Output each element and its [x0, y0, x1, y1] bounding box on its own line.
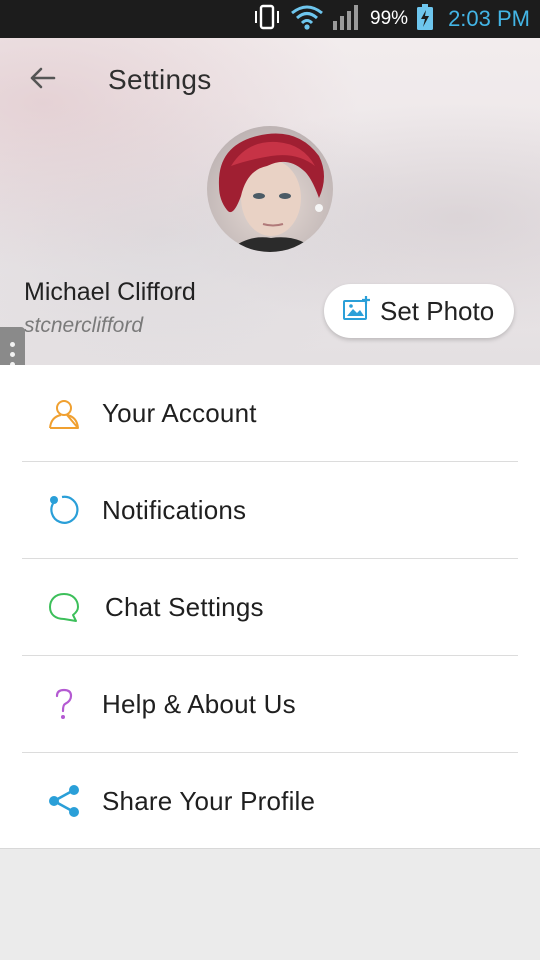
avatar[interactable]: [207, 126, 333, 252]
add-photo-icon: [342, 295, 372, 328]
menu-item-help-about[interactable]: Help & About Us: [0, 656, 540, 753]
profile-name: Michael Clifford: [24, 278, 196, 306]
menu-item-notifications[interactable]: Notifications: [0, 462, 540, 559]
chat-bubble-icon: [44, 587, 84, 627]
menu-label: Notifications: [102, 495, 247, 525]
clock: 2:03 PM: [448, 6, 530, 31]
profile-header: Settings Michael Clifford stcnerclifford…: [0, 38, 540, 365]
status-icons: 99% 2:03 PM: [252, 0, 530, 38]
menu-item-share-profile[interactable]: Share Your Profile: [0, 753, 540, 850]
menu-label: Chat Settings: [105, 592, 264, 622]
arrow-left-icon: [28, 66, 56, 95]
battery-charging-icon: [416, 3, 434, 36]
notification-ring-icon: [44, 490, 84, 530]
menu-item-chat-settings[interactable]: Chat Settings: [0, 559, 540, 656]
signal-icon: [332, 3, 362, 36]
menu-item-your-account[interactable]: Your Account: [0, 365, 540, 462]
menu-label: Your Account: [102, 398, 257, 428]
back-button[interactable]: [22, 60, 62, 100]
vibrate-icon: [252, 3, 282, 36]
set-photo-button[interactable]: Set Photo: [324, 284, 514, 338]
wifi-icon: [290, 3, 324, 36]
set-photo-label: Set Photo: [380, 295, 495, 326]
settings-menu: Your Account Notifications Chat Settings: [0, 365, 540, 849]
status-bar: 99% 2:03 PM: [0, 0, 540, 38]
person-icon: [44, 393, 84, 433]
battery-percent: 99%: [370, 8, 409, 29]
question-mark-icon: [44, 684, 84, 724]
menu-label: Help & About Us: [102, 689, 296, 719]
page-title: Settings: [108, 64, 212, 95]
menu-label: Share Your Profile: [102, 786, 316, 816]
profile-handle: stcnerclifford: [24, 314, 144, 337]
share-icon: [44, 781, 84, 821]
